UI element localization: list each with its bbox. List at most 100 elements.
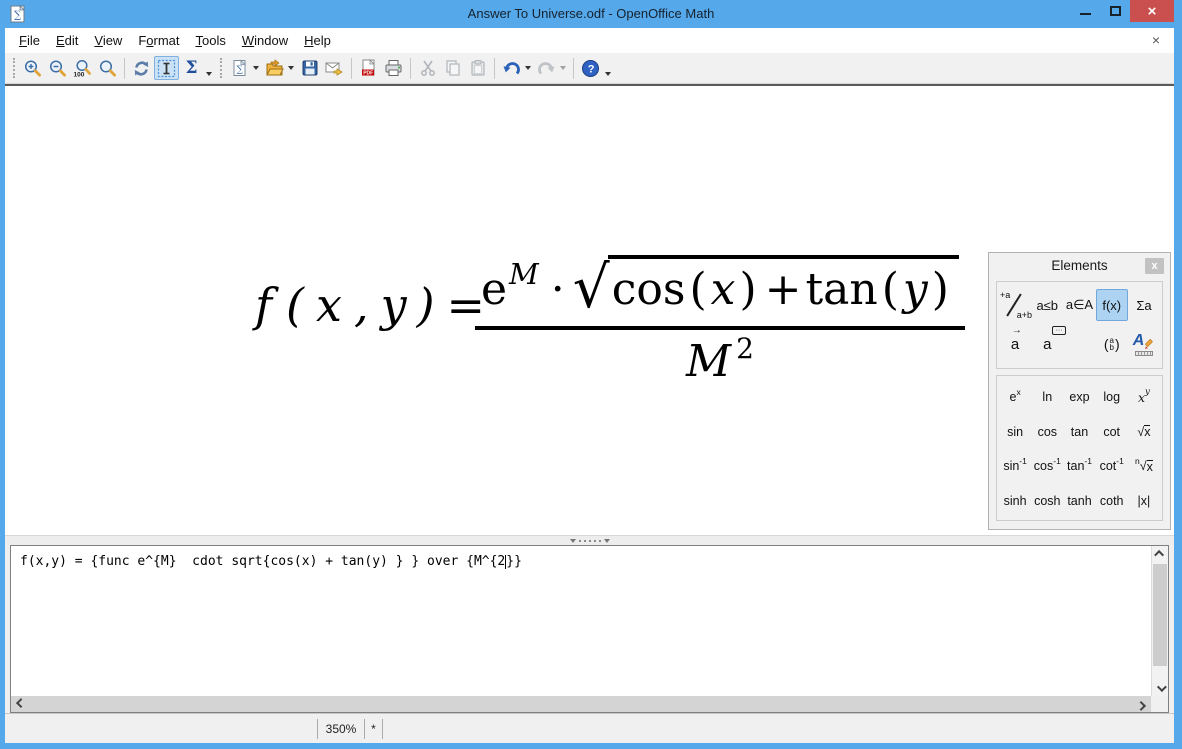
function-coth[interactable]: coth (1096, 484, 1128, 519)
commands-window[interactable]: f(x,y) = {func e^{M} cdot sqrt{cos(x) + … (10, 545, 1169, 713)
vertical-scrollbar[interactable] (1151, 546, 1168, 696)
save-button[interactable] (297, 56, 322, 80)
help-button[interactable]: ? (578, 56, 603, 80)
toolbar-overflow-button[interactable] (204, 56, 216, 80)
zoom-100-button[interactable]: 100 (70, 56, 95, 80)
formula-cursor-button[interactable] (154, 56, 179, 80)
new-document-dropdown[interactable] (253, 66, 259, 70)
function-sinh[interactable]: sinh (999, 484, 1031, 519)
fn-sup: y (1145, 387, 1150, 397)
category-others[interactable]: ···a (1031, 328, 1063, 360)
update-button[interactable] (129, 56, 154, 80)
new-document-icon: ∑ (231, 59, 249, 77)
formula-radicand: cos(x)+tan(y) (608, 255, 959, 315)
function-arcsin[interactable]: sin-1 (999, 449, 1031, 484)
category-formats[interactable]: A (1128, 328, 1160, 360)
chevron-right-icon (1136, 700, 1146, 710)
fn-base: sinh (1004, 494, 1027, 508)
category-unary-binary-operators[interactable]: +a a+b (999, 289, 1031, 321)
function-cos[interactable]: cos (1031, 415, 1063, 450)
function-abs[interactable]: |x| (1128, 484, 1160, 519)
undo-dropdown[interactable] (525, 66, 531, 70)
category-relations[interactable]: a≤b (1031, 289, 1063, 321)
formula-token: y (381, 278, 407, 332)
ruler-icon (1135, 351, 1153, 356)
function-nth-root[interactable]: n√x (1128, 449, 1160, 484)
maximize-button[interactable] (1100, 0, 1130, 22)
open-dropdown[interactable] (288, 66, 294, 70)
formats-letter: A (1133, 332, 1145, 350)
scroll-right-button[interactable] (1134, 696, 1151, 712)
view-splitter[interactable] (5, 535, 1174, 545)
function-arccot[interactable]: cot-1 (1096, 449, 1128, 484)
function-tanh[interactable]: tanh (1063, 484, 1095, 519)
formula-token: , (354, 278, 369, 332)
fn-rad: x (1144, 425, 1150, 439)
menu-format[interactable]: Format (130, 30, 187, 51)
horizontal-scrollbar[interactable] (11, 696, 1151, 712)
toolbar-overflow-button[interactable] (603, 56, 615, 80)
svg-text:100: 100 (74, 71, 85, 78)
symbols-catalog-button[interactable]: Σ (179, 56, 204, 80)
formula-view[interactable]: f(x,y)= eM·√cos(x)+tan(y) M2 Elements x (5, 84, 1174, 535)
function-cot[interactable]: cot (1096, 415, 1128, 450)
function-tan[interactable]: tan (1063, 415, 1095, 450)
zoom-in-button[interactable] (20, 56, 45, 80)
chevron-down-icon (1157, 682, 1167, 692)
functions-icon: f(x) (1102, 298, 1121, 313)
zoom-button[interactable] (95, 56, 120, 80)
email-button[interactable] (322, 56, 347, 80)
formula-command-text[interactable]: f(x,y) = {func e^{M} cdot sqrt{cos(x) + … (20, 554, 522, 569)
menu-label: dit (65, 33, 79, 48)
menu-help[interactable]: Help (296, 30, 339, 51)
function-arccos[interactable]: cos-1 (1031, 449, 1063, 484)
document-close-button[interactable]: × (1148, 32, 1164, 48)
open-button[interactable] (262, 56, 287, 80)
fn-base: tanh (1067, 494, 1091, 508)
function-e-power-x[interactable]: ex (999, 380, 1031, 415)
fn-base: e (1009, 390, 1016, 404)
menu-view[interactable]: View (86, 30, 130, 51)
function-sin[interactable]: sin (999, 415, 1031, 450)
minimize-button[interactable] (1070, 0, 1100, 22)
function-arctan[interactable]: tan-1 (1063, 449, 1095, 484)
help-icon: ? (581, 59, 600, 78)
close-button[interactable]: × (1130, 0, 1174, 22)
formula-token: e (481, 264, 507, 315)
toolbar-separator (351, 58, 352, 79)
category-set-operations[interactable]: a∈A (1064, 289, 1096, 321)
category-functions[interactable]: f(x) (1096, 289, 1128, 321)
function-log[interactable]: log (1096, 380, 1128, 415)
category-attributes[interactable]: →a (999, 328, 1031, 360)
formula-token: cos (612, 264, 686, 315)
undo-icon (502, 59, 521, 78)
function-cosh[interactable]: cosh (1031, 484, 1063, 519)
menu-tools[interactable]: Tools (188, 30, 234, 51)
menu-edit[interactable]: Edit (48, 30, 86, 51)
vertical-scroll-thumb[interactable] (1153, 564, 1167, 666)
zoom-level[interactable]: 350% (318, 722, 364, 736)
zoom-out-button[interactable] (45, 56, 70, 80)
function-exp[interactable]: exp (1063, 380, 1095, 415)
toolbar-grip[interactable] (13, 58, 16, 78)
menu-file[interactable]: File (11, 30, 48, 51)
scrollbar-corner (1151, 696, 1168, 712)
scroll-up-button[interactable] (1152, 546, 1169, 561)
function-x-power-y[interactable]: xy (1128, 380, 1160, 415)
toolbar-grip[interactable] (220, 58, 223, 78)
print-button[interactable] (381, 56, 406, 80)
export-pdf-button[interactable]: PDF (356, 56, 381, 80)
unary-top-label: +a (1000, 290, 1010, 300)
fn-base: cot (1100, 459, 1117, 473)
scroll-down-button[interactable] (1152, 681, 1169, 696)
brackets-icon: (ab) (1104, 336, 1120, 352)
function-sqrt[interactable]: √x (1128, 415, 1160, 450)
function-ln[interactable]: ln (1031, 380, 1063, 415)
menu-window[interactable]: Window (234, 30, 296, 51)
category-operators[interactable]: Σa (1128, 289, 1160, 321)
category-brackets[interactable]: (ab) (1096, 328, 1128, 360)
new-document-button[interactable]: ∑ (227, 56, 252, 80)
elements-panel-close-button[interactable]: x (1145, 258, 1164, 274)
undo-button[interactable] (499, 56, 524, 80)
scroll-left-button[interactable] (11, 696, 28, 712)
